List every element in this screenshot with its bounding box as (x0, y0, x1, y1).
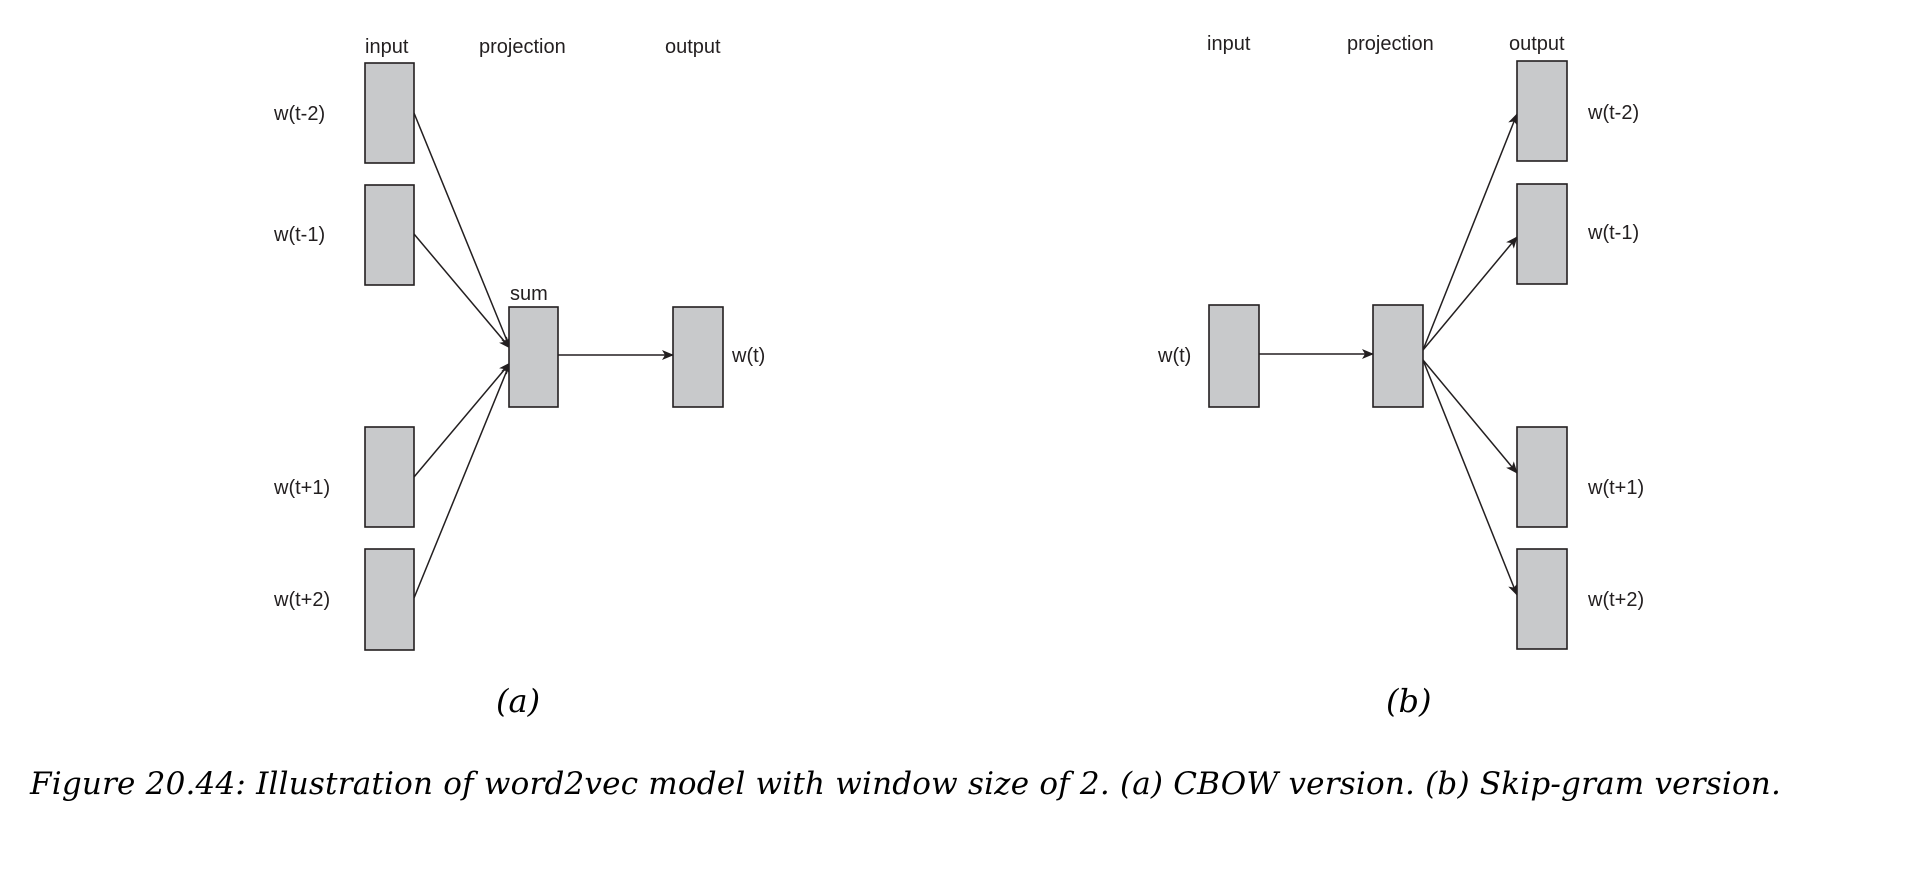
panel-a-input-label-3: w(t+2) (273, 589, 330, 611)
panel-a-input-node-2 (364, 426, 415, 528)
panel-a-projection-label: sum (510, 283, 548, 305)
panel-b-output-node-2 (1516, 426, 1568, 528)
panel-b-header-output: output (1509, 33, 1565, 55)
panel-b-edge-arrow (1422, 359, 1518, 596)
panel-b-output-label-0: w(t-2) (1587, 102, 1639, 124)
panel-b-output-node-1 (1516, 183, 1568, 285)
panel-a-input-label-0: w(t-2) (273, 103, 325, 125)
panel-a-header-output: output (665, 36, 721, 58)
panel-a-input-node-1 (364, 184, 415, 286)
panel-a-projection-node (508, 306, 559, 408)
panel-a-subfigure-label: (a) (496, 682, 540, 720)
panel-a-input-label-2: w(t+1) (273, 477, 330, 499)
panel-b-edge-arrow (1422, 236, 1518, 351)
panel-a-output-node-0 (672, 306, 724, 408)
panel-a-input-node-3 (364, 548, 415, 651)
panel-b-output-label-1: w(t-1) (1587, 222, 1639, 244)
panel-b-header-input: input (1207, 33, 1251, 55)
figure-caption: Figure 20.44: Illustration of word2vec m… (30, 766, 1782, 802)
panel-b-subfigure-label: (b) (1386, 682, 1431, 720)
panel-a-header-projection: projection (479, 36, 566, 58)
panel-b-edge-arrow (1422, 359, 1518, 474)
panel-a-cbow: input projection output w(t-2) w(t-1) w(… (273, 36, 765, 720)
panel-a-edge-arrow (413, 362, 511, 478)
panel-a-output-label-0: w(t) (731, 345, 765, 367)
panel-a-edge-arrow (413, 112, 511, 349)
panel-b-skipgram: input projection output w(t) w(t-2) w(t-… (1157, 33, 1644, 720)
panel-b-output-label-3: w(t+2) (1587, 589, 1644, 611)
word2vec-diagram: input projection output w(t-2) w(t-1) w(… (273, 33, 1644, 720)
panel-a-input-label-1: w(t-1) (273, 224, 325, 246)
panel-a-input-node-0 (364, 62, 415, 164)
panel-b-input-label-0: w(t) (1157, 345, 1191, 367)
panel-a-edge-arrow (413, 233, 511, 349)
panel-b-projection-node (1372, 304, 1424, 408)
panel-b-output-node-0 (1516, 60, 1568, 162)
panel-b-output-label-2: w(t+1) (1587, 477, 1644, 499)
panel-b-edge-arrow (1422, 113, 1518, 351)
panel-b-output-node-3 (1516, 548, 1568, 650)
panel-a-edge-arrow (413, 362, 511, 599)
panel-a-header-input: input (365, 36, 409, 58)
panel-b-header-projection: projection (1347, 33, 1434, 55)
panel-b-input-node-0 (1208, 304, 1260, 408)
